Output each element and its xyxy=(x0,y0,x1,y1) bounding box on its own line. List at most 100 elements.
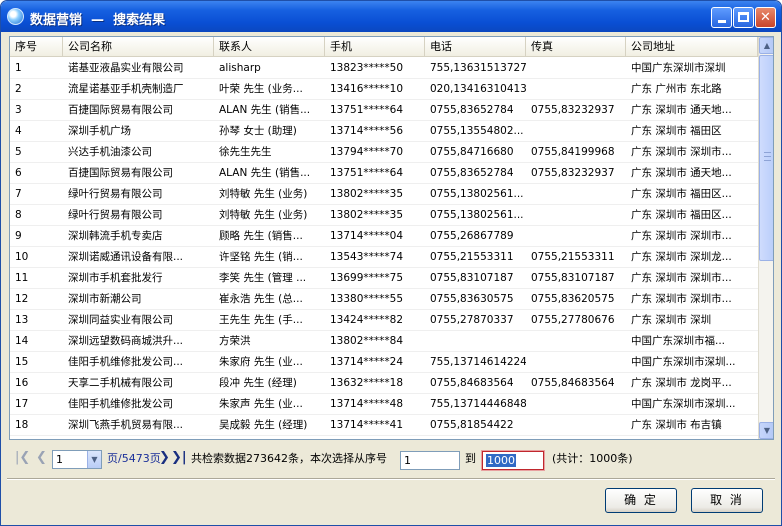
table-row[interactable]: 4 深圳手机广场 孙琴 女士 (助理) 13714*****56 0755,135548… xyxy=(10,121,758,142)
cell-index: 18 xyxy=(15,419,29,431)
cell-address: 广东 深圳市 福田区 xyxy=(631,125,722,137)
table-row[interactable]: 15 佳阳手机维修批发公司... 朱家府 先生 (业... 13714*****24 7… xyxy=(10,352,758,373)
cell-address: 中国广东深圳市深圳... xyxy=(631,356,736,368)
table-row[interactable]: 7 绿叶行贸易有限公司 刘特敏 先生 (业务) 13802*****35 0755,13… xyxy=(10,184,758,205)
to-index-value: 1000 xyxy=(486,454,516,467)
cell-company: 深圳市手机套批发行 xyxy=(68,272,163,284)
cell-contact: 朱家府 先生 (业... xyxy=(219,356,303,368)
cell-fax: 0755,83107187 xyxy=(531,272,615,284)
from-index-input[interactable]: 1 xyxy=(400,451,460,470)
close-button[interactable]: ✕ xyxy=(755,7,776,28)
cell-address: 广东 深圳市 通天地... xyxy=(631,104,732,116)
column-header-mobile[interactable]: 手机 xyxy=(325,37,425,57)
cell-index: 11 xyxy=(15,272,29,284)
cell-fax: 0755,21553311 xyxy=(531,251,615,263)
cell-address: 广东 深圳市 深圳市... xyxy=(631,293,732,305)
cell-company: 佳阳手机维修批发公司... xyxy=(68,356,184,368)
cell-company: 诺基亚液晶实业有限公司 xyxy=(68,62,184,74)
table-row[interactable]: 13 深圳同益实业有限公司 王先生 先生 (手... 13424*****82 0755… xyxy=(10,310,758,331)
cell-company: 绿叶行贸易有限公司 xyxy=(68,209,163,221)
previous-page-icon[interactable]: ❮ xyxy=(36,451,47,465)
page-select-value: 1 xyxy=(56,453,63,466)
column-header-contact[interactable]: 联系人 xyxy=(214,37,325,57)
table-row[interactable]: 16 天享二手机械有限公司 段冲 先生 (经理) 13632*****18 0755,8… xyxy=(10,373,758,394)
table-row[interactable]: 18 深圳飞燕手机贸易有限... 吴成毅 先生 (经理) 13714*****41 07… xyxy=(10,415,758,436)
ok-button[interactable]: 确 定 xyxy=(605,488,677,513)
cell-company: 深圳飞燕手机贸易有限... xyxy=(68,419,184,431)
table-row[interactable]: 9 深圳韩流手机专卖店 顾略 先生 (销售... 13714*****04 0755,2… xyxy=(10,226,758,247)
table-row[interactable]: 2 流星诺基亚手机壳制造厂 叶荣 先生 (业务... 13416*****10 020,… xyxy=(10,79,758,100)
cell-fax: 0755,84199968 xyxy=(531,146,615,158)
cell-company: 兴达手机油漆公司 xyxy=(68,146,152,158)
grip-icon xyxy=(764,152,771,161)
cell-mobile: 13802*****35 xyxy=(330,188,404,200)
column-header-address[interactable]: 公司地址 xyxy=(626,37,758,57)
cell-index: 1 xyxy=(15,62,22,74)
table-row[interactable]: 11 深圳市手机套批发行 李笑 先生 (管理 ... 13699*****75 0755… xyxy=(10,268,758,289)
cell-company: 流星诺基亚手机壳制造厂 xyxy=(68,83,184,95)
table-row[interactable]: 5 兴达手机油漆公司 徐先生先生 13794*****70 0755,84716680 0… xyxy=(10,142,758,163)
cell-phone: 0755,81854422 xyxy=(430,419,514,431)
column-header-index[interactable]: 序号 xyxy=(10,37,63,57)
cell-company: 天享二手机械有限公司 xyxy=(68,377,173,389)
cell-index: 8 xyxy=(15,209,22,221)
cell-phone: 0755,83630575 xyxy=(430,293,514,305)
cell-contact: 王先生 先生 (手... xyxy=(219,314,303,326)
cell-contact: 方荣洪 xyxy=(219,335,251,347)
cell-mobile: 13380*****55 xyxy=(330,293,404,305)
scroll-down-button[interactable]: ▼ xyxy=(759,422,773,439)
scroll-up-button[interactable]: ▲ xyxy=(759,37,773,54)
divider xyxy=(7,478,775,480)
title-bar[interactable]: 数据营销 — 搜索结果 ✕ xyxy=(1,1,781,32)
cell-company: 绿叶行贸易有限公司 xyxy=(68,188,163,200)
results-table: 序号 公司名称 联系人 手机 电话 传真 公司地址 1 诺基亚液晶实业有限公司 al… xyxy=(9,36,774,440)
summary-text: 共检索数据273642条，本次选择从序号 xyxy=(191,452,387,465)
last-page-icon[interactable]: ❯| xyxy=(171,451,187,465)
cell-fax: 0755,27780676 xyxy=(531,314,615,326)
minimize-icon xyxy=(717,20,726,23)
cell-contact: 段冲 先生 (经理) xyxy=(219,377,297,389)
column-header-fax[interactable]: 传真 xyxy=(526,37,626,57)
cell-fax xyxy=(526,394,626,415)
page-select[interactable]: 1 ▼ xyxy=(52,450,102,469)
cell-index: 2 xyxy=(15,83,22,95)
cell-company: 深圳市新潮公司 xyxy=(68,293,142,305)
table-row[interactable]: 10 深圳诺威通讯设备有限... 许坚铭 先生 (销... 13543*****74 0… xyxy=(10,247,758,268)
total-count: (共计：1000条) xyxy=(552,452,633,465)
table-row[interactable]: 14 深圳远望数码商城洪升... 方荣洪 13802*****84 中国广东深圳市福..… xyxy=(10,331,758,352)
table-row[interactable]: 17 佳阳手机维修批发公司 朱家声 先生 (业... 13714*****48 755,… xyxy=(10,394,758,415)
table-row[interactable]: 6 百捷国际贸易有限公司 ALAN 先生 (销售... 13751*****64 075… xyxy=(10,163,758,184)
cell-phone: 0755,13802561... xyxy=(430,188,524,200)
cell-phone: 0755,83107187 xyxy=(430,272,514,284)
cell-address: 广东 深圳市 福田区... xyxy=(631,188,732,200)
cell-mobile: 13416*****10 xyxy=(330,83,404,95)
first-page-icon[interactable]: |❮ xyxy=(15,451,30,465)
to-index-input[interactable]: 1000 xyxy=(481,450,545,471)
table-row[interactable]: 8 绿叶行贸易有限公司 刘特敏 先生 (业务) 13802*****35 0755,13… xyxy=(10,205,758,226)
cell-mobile: 13543*****74 xyxy=(330,251,404,263)
cell-fax xyxy=(526,58,626,79)
table-row[interactable]: 1 诺基亚液晶实业有限公司 alisharp 13823*****50 755,1363… xyxy=(10,58,758,79)
maximize-button[interactable] xyxy=(733,7,754,28)
table-row[interactable]: 12 深圳市新潮公司 崔永浩 先生 (总... 13380*****55 0755,83… xyxy=(10,289,758,310)
next-page-icon[interactable]: ❯ xyxy=(159,451,170,465)
minimize-button[interactable] xyxy=(711,7,732,28)
search-results-window: 数据营销 — 搜索结果 ✕ 序号 公司名称 联系人 手机 电话 传真 公司地址 … xyxy=(0,0,782,526)
cell-contact: 李笑 先生 (管理 ... xyxy=(219,272,307,284)
column-header-company[interactable]: 公司名称 xyxy=(63,37,214,57)
cell-company: 深圳韩流手机专卖店 xyxy=(68,230,163,242)
cell-phone: 0755,83652784 xyxy=(430,167,514,179)
cell-index: 13 xyxy=(15,314,29,326)
cell-phone: 020,13416310413 xyxy=(430,83,526,95)
cell-contact: 吴成毅 先生 (经理) xyxy=(219,419,308,431)
column-header-phone[interactable]: 电话 xyxy=(425,37,526,57)
cell-mobile: 13714*****48 xyxy=(330,398,404,410)
cell-contact: 刘特敏 先生 (业务) xyxy=(219,188,308,200)
cancel-button[interactable]: 取 消 xyxy=(691,488,763,513)
to-label: 到 xyxy=(465,452,476,465)
vertical-scrollbar[interactable]: ▲ ▼ xyxy=(758,37,773,439)
cell-index: 9 xyxy=(15,230,22,242)
table-row[interactable]: 3 百捷国际贸易有限公司 ALAN 先生 (销售... 13751*****64 075… xyxy=(10,100,758,121)
cell-mobile: 13424*****82 xyxy=(330,314,404,326)
scroll-thumb[interactable] xyxy=(759,55,773,261)
